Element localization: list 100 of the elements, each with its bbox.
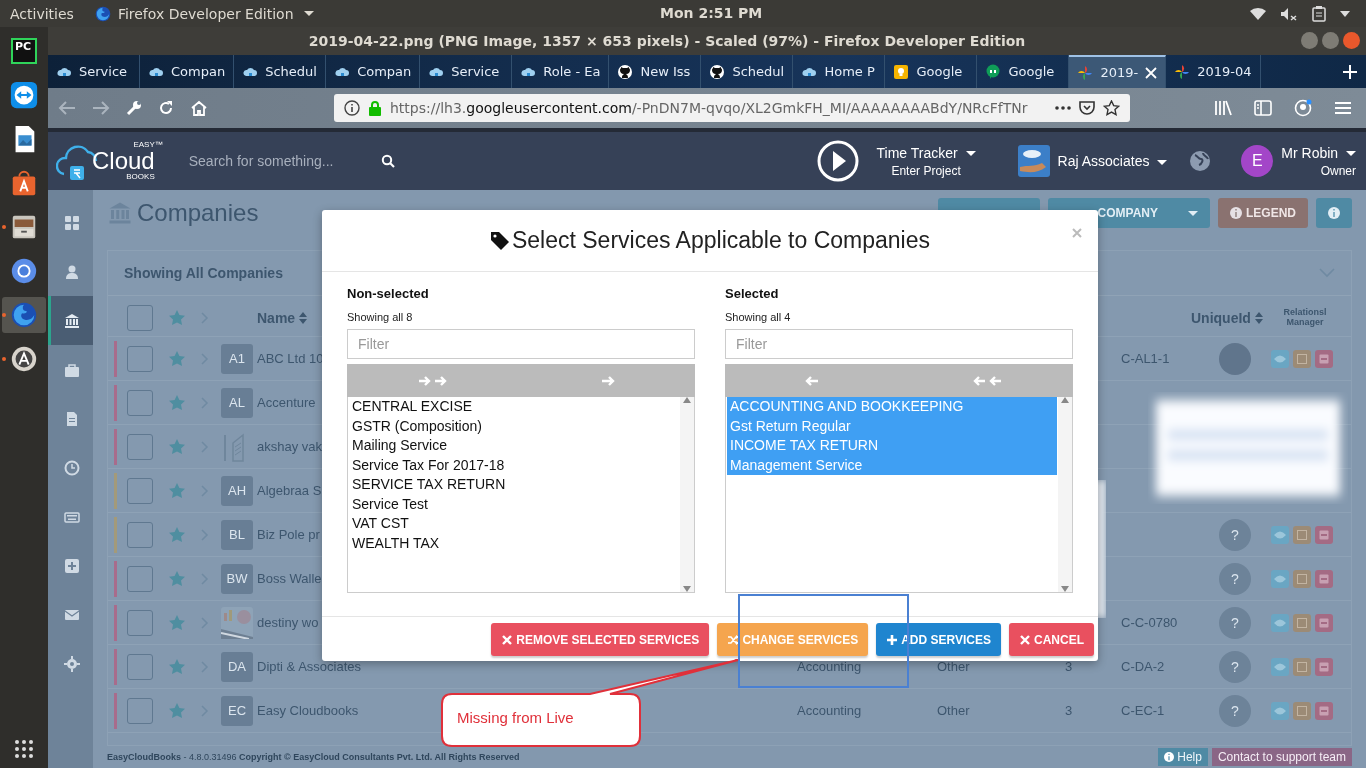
view-button[interactable] xyxy=(1271,701,1289,720)
remove-button[interactable] xyxy=(1315,701,1333,720)
play-icon[interactable] xyxy=(816,140,859,182)
cancel-button[interactable]: CANCEL xyxy=(1009,623,1094,656)
view-button[interactable] xyxy=(1271,349,1289,368)
remove-button[interactable] xyxy=(1315,525,1333,544)
list-option[interactable]: GSTR (Composition) xyxy=(349,416,679,436)
star-icon[interactable] xyxy=(169,394,185,411)
checkbox[interactable] xyxy=(127,697,153,724)
minimize-button[interactable] xyxy=(1301,32,1318,49)
user-menu[interactable]: Mr Robin xyxy=(1281,144,1356,161)
info-icon[interactable] xyxy=(344,100,360,116)
time-tracker-menu[interactable]: Time Tracker xyxy=(876,144,976,161)
edit-button[interactable] xyxy=(1293,569,1311,588)
app-grid-icon[interactable] xyxy=(15,740,33,758)
clipboard-icon[interactable] xyxy=(1312,5,1326,22)
firefox-icon[interactable] xyxy=(93,4,112,23)
back-icon[interactable] xyxy=(58,100,76,116)
support-button[interactable]: Contact to support team xyxy=(1211,748,1352,766)
project-link[interactable]: Enter Project xyxy=(891,163,961,178)
view-button[interactable] xyxy=(1271,569,1289,588)
filter-field[interactable]: Filter xyxy=(347,329,695,359)
star-icon[interactable] xyxy=(169,658,185,675)
remove-services-button[interactable]: REMOVE SELECTED SERVICES xyxy=(491,623,710,656)
volume-muted-icon[interactable] xyxy=(1280,6,1298,21)
remove-button[interactable] xyxy=(1315,657,1333,676)
help-button[interactable]: Help xyxy=(1158,748,1208,766)
star-icon[interactable] xyxy=(169,438,185,455)
list-option[interactable]: WEALTH TAX xyxy=(349,533,679,553)
home-icon[interactable] xyxy=(190,100,208,116)
caret-icon[interactable] xyxy=(1340,10,1350,17)
menu-icon[interactable] xyxy=(1334,100,1352,116)
maximize-button[interactable] xyxy=(1322,32,1339,49)
search-field[interactable]: Search for something... xyxy=(186,152,395,170)
library-icon[interactable] xyxy=(1214,100,1232,116)
scroll-down-icon[interactable] xyxy=(1061,586,1069,592)
checkbox[interactable] xyxy=(127,389,153,416)
remove-button[interactable] xyxy=(1315,613,1333,632)
activities-button[interactable]: Activities xyxy=(10,5,74,22)
bank-nav-item[interactable] xyxy=(48,296,93,345)
remove-button[interactable] xyxy=(1315,569,1333,588)
wifi-icon[interactable] xyxy=(1250,6,1266,21)
star-icon[interactable] xyxy=(169,614,185,631)
checkbox[interactable] xyxy=(127,565,153,592)
new-tab-icon[interactable] xyxy=(1342,63,1358,80)
star-icon[interactable] xyxy=(169,526,185,543)
edit-button[interactable] xyxy=(1293,349,1311,368)
list-option[interactable]: Service Test xyxy=(349,494,679,514)
star-icon[interactable] xyxy=(169,702,185,719)
scrollbar[interactable] xyxy=(1058,397,1072,592)
pycharm-icon[interactable]: PC xyxy=(11,38,37,64)
list-option[interactable]: Mailing Service xyxy=(349,436,679,456)
close-button[interactable] xyxy=(1343,32,1360,49)
forward-icon[interactable] xyxy=(92,100,110,116)
remote-icon[interactable] xyxy=(9,80,39,110)
reload-icon[interactable] xyxy=(158,100,174,116)
organization-menu[interactable]: Raj Associates xyxy=(1057,153,1168,169)
edit-button[interactable] xyxy=(1293,701,1311,720)
address-bar[interactable]: https://lh3.googleusercontent.com/-PnDN7M-qvqo/XL2GmkFH_MI/AAAAAAAABdY/NRcFfTNr xyxy=(334,94,1130,122)
browser-tab[interactable]: 2019- xyxy=(1069,55,1167,88)
checkbox[interactable] xyxy=(127,609,153,636)
remove-button[interactable] xyxy=(1315,349,1333,368)
view-button[interactable] xyxy=(1271,525,1289,544)
chromium-icon[interactable] xyxy=(9,256,39,286)
list-option[interactable]: Service Tax For 2017-18 xyxy=(349,455,679,475)
list-option[interactable]: VAT CST xyxy=(349,514,679,534)
sort-icon[interactable] xyxy=(1254,312,1263,324)
checkbox[interactable] xyxy=(127,653,153,680)
bookmark-star-icon[interactable] xyxy=(1103,100,1120,116)
pocket-icon[interactable] xyxy=(1079,100,1095,116)
account-icon[interactable] xyxy=(1294,99,1312,117)
edit-button[interactable] xyxy=(1293,525,1311,544)
checkbox[interactable] xyxy=(127,433,153,460)
view-button[interactable] xyxy=(1271,657,1289,676)
checkbox[interactable] xyxy=(127,305,153,331)
service-list[interactable]: CENTRAL EXCISE GSTR (Composition) Mailing Service Service Tax For 2017-18 SERVICE TAX RETURN Service Test VAT CST WEALTH TAX xyxy=(347,397,695,593)
edit-button[interactable] xyxy=(1293,613,1311,632)
star-icon[interactable] xyxy=(169,350,185,367)
list-option[interactable]: CENTRAL EXCISE xyxy=(349,397,679,417)
checkbox[interactable] xyxy=(127,477,153,504)
user-avatar[interactable]: E xyxy=(1241,145,1274,177)
wrench-icon[interactable] xyxy=(126,100,142,116)
list-option[interactable]: SERVICE TAX RETURN xyxy=(349,475,679,495)
filter-field[interactable]: Filter xyxy=(725,329,1073,359)
globe-icon[interactable] xyxy=(1189,150,1212,172)
edit-button[interactable] xyxy=(1293,657,1311,676)
sidebar-icon[interactable] xyxy=(1254,100,1272,116)
app-menu[interactable]: Firefox Developer Edition xyxy=(93,4,314,23)
star-icon[interactable] xyxy=(169,482,185,499)
search-icon[interactable] xyxy=(380,154,395,168)
clock[interactable]: Mon 2:51 PM xyxy=(660,5,763,21)
star-icon[interactable] xyxy=(169,310,185,326)
checkbox[interactable] xyxy=(127,521,153,548)
sort-icon[interactable] xyxy=(299,312,308,324)
star-icon[interactable] xyxy=(169,570,185,587)
updater-icon[interactable] xyxy=(9,344,39,374)
more-icon[interactable] xyxy=(1055,106,1071,110)
legend-button[interactable]: LEGEND xyxy=(1218,198,1308,228)
view-button[interactable] xyxy=(1271,613,1289,632)
firefox-icon[interactable] xyxy=(9,300,39,330)
